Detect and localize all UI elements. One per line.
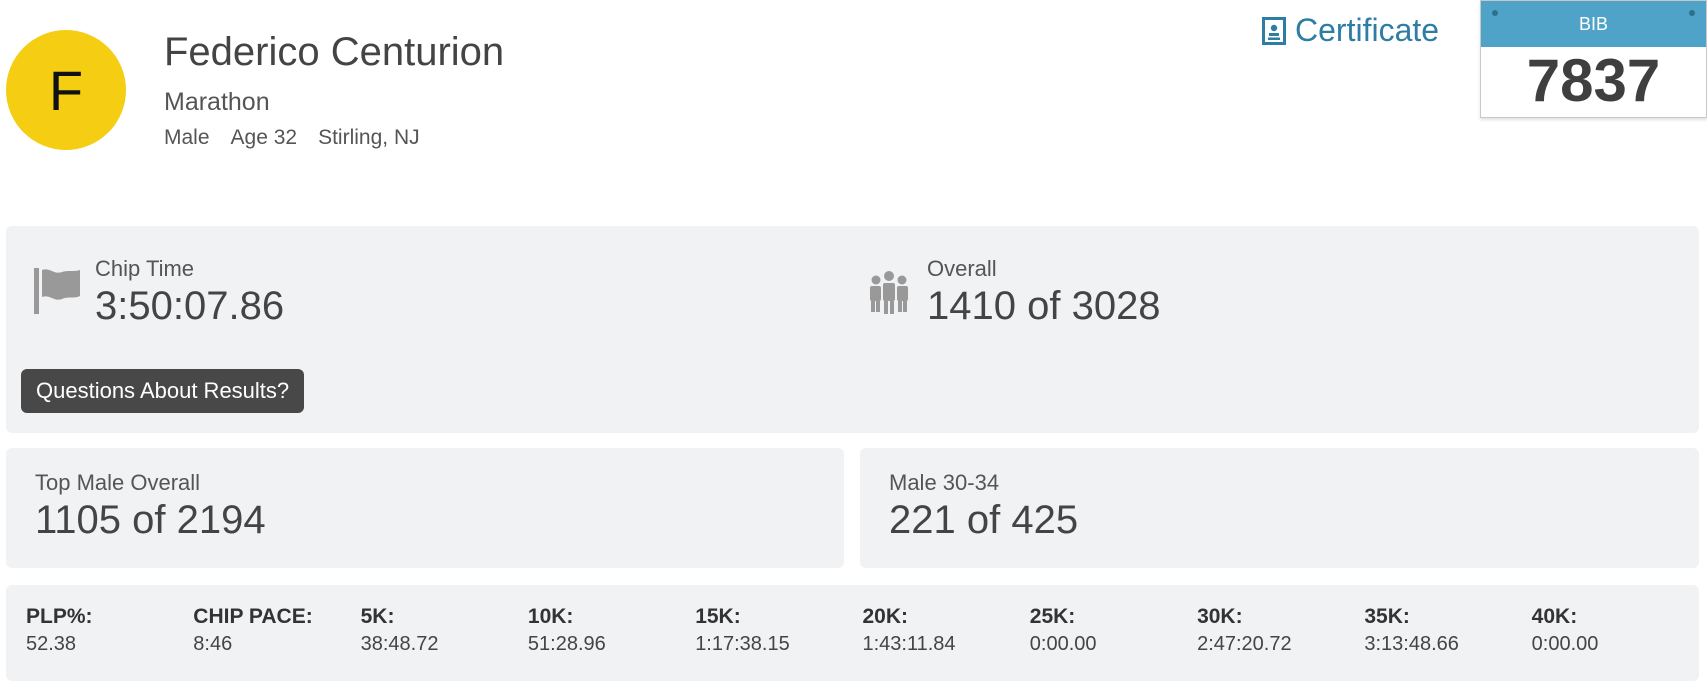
certificate-icon: [1262, 16, 1286, 45]
chip-time-block: Chip Time 3:50:07.86: [95, 256, 284, 329]
chip-time-label: Chip Time: [95, 256, 195, 281]
split-label: CHIP PACE:: [193, 605, 313, 628]
avatar-initial: F: [48, 58, 84, 122]
split-label: 25K:: [1029, 605, 1076, 628]
bib-pin-left: [1492, 10, 1498, 16]
runner-location: Stirling, NJ: [318, 126, 420, 149]
gender-rank-panel: Top Male Overall 1105 of 2194: [6, 448, 844, 568]
split-label: 30K:: [1197, 605, 1243, 628]
split-label: 40K:: [1531, 605, 1578, 628]
gender-rank-label: Top Male Overall: [35, 470, 201, 495]
overall-value: 1410 of 3028: [927, 284, 1161, 328]
split-value: 3:13:48.66: [1364, 633, 1459, 655]
event-name: Marathon: [164, 88, 270, 116]
split-25k: 25K: 0:00.00: [1030, 605, 1197, 656]
overall-label: Overall: [927, 256, 997, 281]
certificate-link[interactable]: Certificate: [1262, 12, 1439, 49]
runner-age: Age 32: [230, 126, 298, 149]
overall-block: Overall 1410 of 3028: [927, 256, 1161, 329]
splits-row: PLP%: 52.38 CHIP PACE: 8:46 5K: 38:48.72…: [26, 605, 1699, 656]
split-5k: 5K: 38:48.72: [361, 605, 528, 656]
split-label: PLP%:: [26, 605, 93, 628]
split-20k: 20K: 1:43:11.84: [862, 605, 1029, 656]
split-plp: PLP%: 52.38: [26, 605, 193, 656]
split-40k: 40K: 0:00.00: [1532, 605, 1699, 656]
split-10k: 10K: 51:28.96: [528, 605, 695, 656]
split-15k: 15K: 1:17:38.15: [695, 605, 862, 656]
flag-icon: [34, 268, 80, 314]
bib-card: BIB 7837: [1480, 0, 1707, 118]
split-chip-pace: CHIP PACE: 8:46: [193, 605, 360, 656]
split-value: 52.38: [26, 633, 77, 655]
age-group-label: Male 30-34: [889, 470, 1000, 495]
gender-rank-block: Top Male Overall 1105 of 2194: [35, 470, 266, 543]
age-group-value: 221 of 425: [889, 498, 1079, 542]
runner-meta: Male Age 32 Stirling, NJ: [164, 126, 420, 150]
split-value: 38:48.72: [360, 633, 439, 655]
bib-label: BIB: [1578, 13, 1608, 34]
bib-pin-right: [1689, 10, 1695, 16]
chip-time-value: 3:50:07.86: [95, 284, 285, 328]
runner-name: Federico Centurion: [164, 30, 505, 74]
splits-panel: PLP%: 52.38 CHIP PACE: 8:46 5K: 38:48.72…: [6, 585, 1699, 681]
split-value: 0:00.00: [1531, 633, 1599, 655]
certificate-label: Certificate: [1295, 12, 1440, 48]
split-value: 0:00.00: [1029, 633, 1097, 655]
split-35k: 35K: 3:13:48.66: [1364, 605, 1531, 656]
split-value: 8:46: [193, 633, 233, 655]
gender-rank-value: 1105 of 2194: [35, 498, 266, 542]
group-icon: [870, 271, 908, 314]
split-value: 1:17:38.15: [695, 633, 790, 655]
split-label: 5K:: [360, 605, 395, 628]
questions-about-results-button[interactable]: Questions About Results?: [21, 369, 305, 413]
bib-number: 7837: [1526, 47, 1661, 114]
main-results-panel: Chip Time 3:50:07.86 Overall 1410 of 302…: [6, 226, 1699, 433]
age-group-block: Male 30-34 221 of 425: [889, 470, 1078, 543]
bib-header: BIB: [1481, 1, 1706, 47]
split-value: 1:43:11.84: [862, 633, 956, 655]
split-value: 51:28.96: [527, 633, 606, 655]
runner-gender: Male: [164, 126, 210, 149]
split-label: 15K:: [695, 605, 741, 628]
split-label: 10K:: [527, 605, 574, 628]
split-value: 2:47:20.72: [1197, 633, 1292, 655]
split-label: 20K:: [862, 605, 909, 628]
avatar: F: [6, 30, 126, 150]
split-30k: 30K: 2:47:20.72: [1197, 605, 1364, 656]
age-group-panel: Male 30-34 221 of 425: [860, 448, 1699, 568]
split-label: 35K:: [1364, 605, 1410, 628]
